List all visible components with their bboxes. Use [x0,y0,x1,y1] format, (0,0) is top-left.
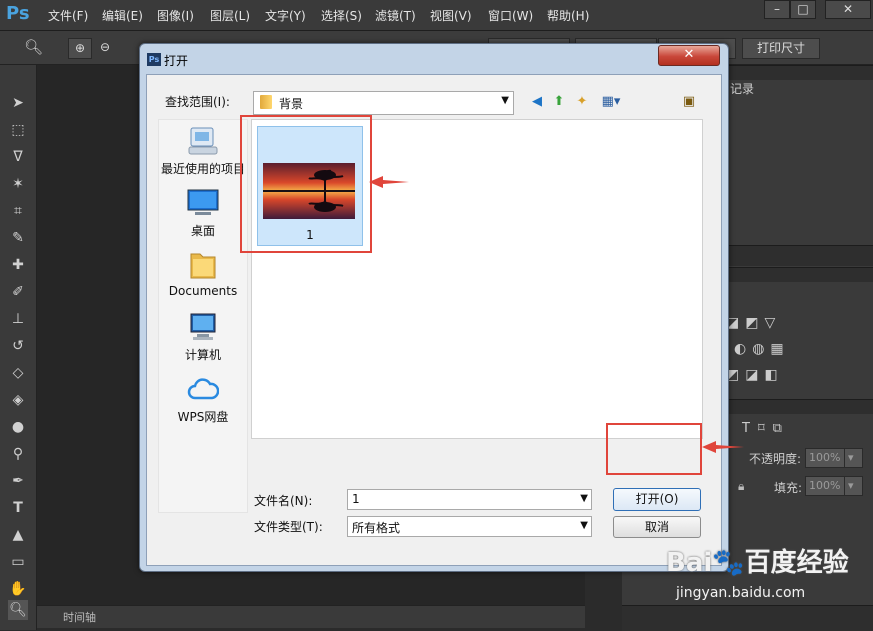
tools-panel: ➤ ⬚ ᐁ ✶ ⌗ ✎ ✚ ✐ ⊥ ↺ ◇ ◈ ● ⚲ ✒ T ▲ ▭ ✋ 🔍︎ [0,65,37,630]
cloud-icon [187,374,220,404]
look-in-label: 查找范围(I): [165,95,230,109]
opacity-label: 不透明度: [749,452,802,466]
menu-help[interactable]: 帮助(H) [547,7,589,24]
adjustment-icons-2[interactable]: ◐◍▦ [734,341,790,357]
pen-tool-icon[interactable]: ✒ [8,471,28,491]
fill-field[interactable]: 100% [805,476,846,496]
place-label: WPS网盘 [177,410,229,424]
close-window-button[interactable]: ✕ [825,0,871,19]
dialog-body: 查找范围(I): 背景 ▼ ◀ ⬆ ✦ ▦▾ ▣ 最近使用的项目 桌面 Docu… [146,74,722,566]
zoom-tool-icon[interactable]: 🔍︎ [24,38,43,56]
filename-input[interactable]: 1 ▼ [347,489,592,510]
arrow-to-file-icon [369,175,409,189]
adjustment-icons[interactable]: ◪◩▽ [726,315,781,331]
menu-file[interactable]: 文件(F) [48,7,88,24]
magic-wand-icon[interactable]: ✶ [8,174,28,194]
fill-label: 填充: [774,481,803,495]
shape-tool-icon[interactable]: ▭ [8,552,28,572]
layer-filter-icons[interactable]: T⌑⧉ [742,421,790,436]
paint-bucket-icon[interactable]: ◈ [8,390,28,410]
move-tool-icon[interactable]: ➤ [8,93,28,113]
place-label: 桌面 [190,224,215,238]
brush-tool-icon[interactable]: ✐ [8,282,28,302]
lock-icon[interactable]: 🔒︎ [738,479,744,494]
view-menu-icon[interactable]: ▦▾ [597,93,625,111]
chevron-down-icon[interactable]: ▼ [580,493,588,504]
filetype-label: 文件类型(T): [254,520,323,534]
ps-dialog-icon: Ps [147,53,161,66]
type-tool-icon[interactable]: T [8,498,28,518]
opacity-field[interactable]: 100% [805,448,846,468]
recent-icon [187,126,219,156]
filetype-value: 所有格式 [352,521,401,535]
folder-icon [187,250,219,280]
baidu-watermark-url: jingyan.baidu.com [676,585,806,601]
menu-bar: Ps 文件(F) 编辑(E) 图像(I) 图层(L) 文字(Y) 选择(S) 滤… [0,0,873,31]
blur-tool-icon[interactable]: ● [8,417,28,437]
zoom-out-icon[interactable]: ⊖ [94,38,116,57]
menu-filter[interactable]: 滤镜(T) [375,7,416,24]
places-bar: 最近使用的项目 桌面 Documents 计算机 WPS网盘 [158,119,248,513]
marquee-tool-icon[interactable]: ⬚ [8,120,28,140]
path-select-icon[interactable]: ▲ [8,525,28,545]
filename-value: 1 [352,492,360,506]
menu-image[interactable]: 图像(I) [157,7,194,24]
up-folder-icon[interactable]: ⬆ [550,93,568,111]
look-in-value: 背景 [279,97,304,111]
open-dialog: Ps 打开 ✕ 查找范围(I): 背景 ▼ ◀ ⬆ ✦ ▦▾ ▣ 最近使用的项目 [139,43,729,572]
eraser-tool-icon[interactable]: ◇ [8,363,28,383]
layers-footer [622,605,873,631]
new-folder-icon[interactable]: ✦ [573,93,591,111]
open-button[interactable]: 打开(O) [613,488,701,511]
desktop-icon [187,188,219,218]
baidu-brand-text: 经验 [796,548,849,578]
open-highlight-box [606,423,702,475]
place-label: Documents [168,284,238,298]
chevron-down-icon: ▼ [501,95,509,106]
maximize-button[interactable]: □ [790,0,816,19]
timeline-label[interactable]: 时间轴 [63,609,96,625]
baidu-watermark-logo: Bai🐾百度经验 [666,542,866,582]
zoom-tool-icon-panel[interactable]: 🔍︎ [8,600,28,620]
photoshop-logo: Ps [6,3,30,24]
adjustment-icons-3[interactable]: ◩◪◧ [726,367,784,383]
eyedropper-icon[interactable]: ✎ [8,228,28,248]
menu-select[interactable]: 选择(S) [321,7,362,24]
filetype-select[interactable]: 所有格式 ▼ [347,516,592,537]
computer-icon [187,312,219,342]
filename-label: 文件名(N): [254,494,313,508]
menu-layer[interactable]: 图层(L) [210,7,250,24]
print-size-button[interactable]: 打印尺寸 [742,38,820,59]
menu-edit[interactable]: 编辑(E) [102,7,143,24]
history-brush-icon[interactable]: ↺ [8,336,28,356]
folder-icon [260,95,272,109]
dialog-close-button[interactable]: ✕ [658,45,720,66]
chevron-down-icon[interactable]: ▼ [580,520,588,531]
menu-window[interactable]: 窗口(W) [488,7,533,24]
history-tab[interactable]: 记录 [730,80,754,97]
file-highlight-box [240,115,372,253]
arrow-to-open-icon [702,440,744,454]
cancel-button[interactable]: 取消 [613,516,701,538]
hand-tool-icon[interactable]: ✋ [8,579,28,599]
opacity-dropdown[interactable]: ▾ [844,448,863,468]
preview-icon[interactable]: ▣ [680,93,698,111]
crop-tool-icon[interactable]: ⌗ [8,201,28,221]
healing-brush-icon[interactable]: ✚ [8,255,28,275]
fill-dropdown[interactable]: ▾ [844,476,863,496]
minimize-button[interactable]: – [764,0,790,19]
menu-type[interactable]: 文字(Y) [265,7,306,24]
zoom-in-icon[interactable]: ⊕ [68,38,92,59]
place-label: 计算机 [184,348,221,362]
dialog-title: 打开 [164,54,189,68]
timeline-panel: 时间轴 [37,605,585,628]
stamp-tool-icon[interactable]: ⊥ [8,309,28,329]
place-label: 最近使用的项目 [160,162,245,176]
dodge-tool-icon[interactable]: ⚲ [8,444,28,464]
baidu-logo-text: Bai🐾百度 [666,548,797,578]
lasso-tool-icon[interactable]: ᐁ [8,147,28,167]
look-in-combo[interactable]: 背景 ▼ [253,91,514,115]
menu-view[interactable]: 视图(V) [430,7,472,24]
back-icon[interactable]: ◀ [528,93,546,111]
